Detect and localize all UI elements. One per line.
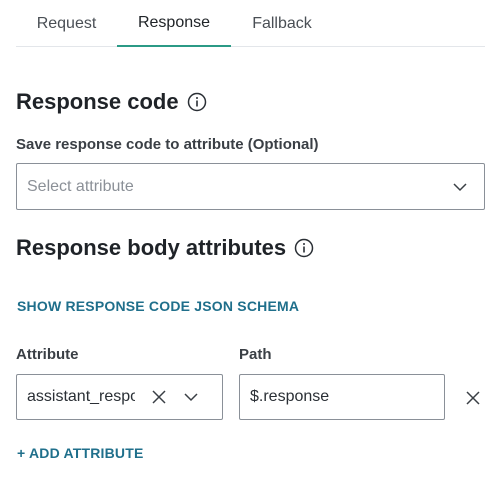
tab-request[interactable]: Request [16,0,117,47]
response-body-heading: Response body attributes [16,235,314,261]
tab-bar: Request Response Fallback [16,0,485,47]
response-code-heading: Response code [16,89,207,115]
path-column-label: Path [239,346,272,363]
chevron-down-icon [452,179,468,195]
add-attribute-link[interactable]: + ADD ATTRIBUTE [17,445,144,461]
tab-fallback[interactable]: Fallback [231,0,333,47]
response-code-title: Response code [16,89,179,114]
attribute-value: assistant_response [27,388,135,405]
info-icon[interactable] [187,92,207,112]
save-response-code-label: Save response code to attribute (Optiona… [16,136,319,153]
path-value: $.response [250,388,330,405]
attribute-column-label: Attribute [16,346,79,363]
show-json-schema-link[interactable]: SHOW RESPONSE CODE JSON SCHEMA [17,298,299,314]
chevron-down-icon[interactable] [183,389,199,405]
clear-icon[interactable] [151,389,167,405]
response-body-title: Response body attributes [16,235,287,260]
attribute-select[interactable]: assistant_response [16,374,223,420]
path-input[interactable]: $.response [239,374,445,420]
info-icon[interactable] [294,238,314,258]
select-attribute-dropdown[interactable]: Select attribute [16,163,485,210]
select-attribute-placeholder: Select attribute [27,177,134,195]
tab-response[interactable]: Response [117,0,231,47]
remove-row-icon[interactable] [465,390,481,406]
